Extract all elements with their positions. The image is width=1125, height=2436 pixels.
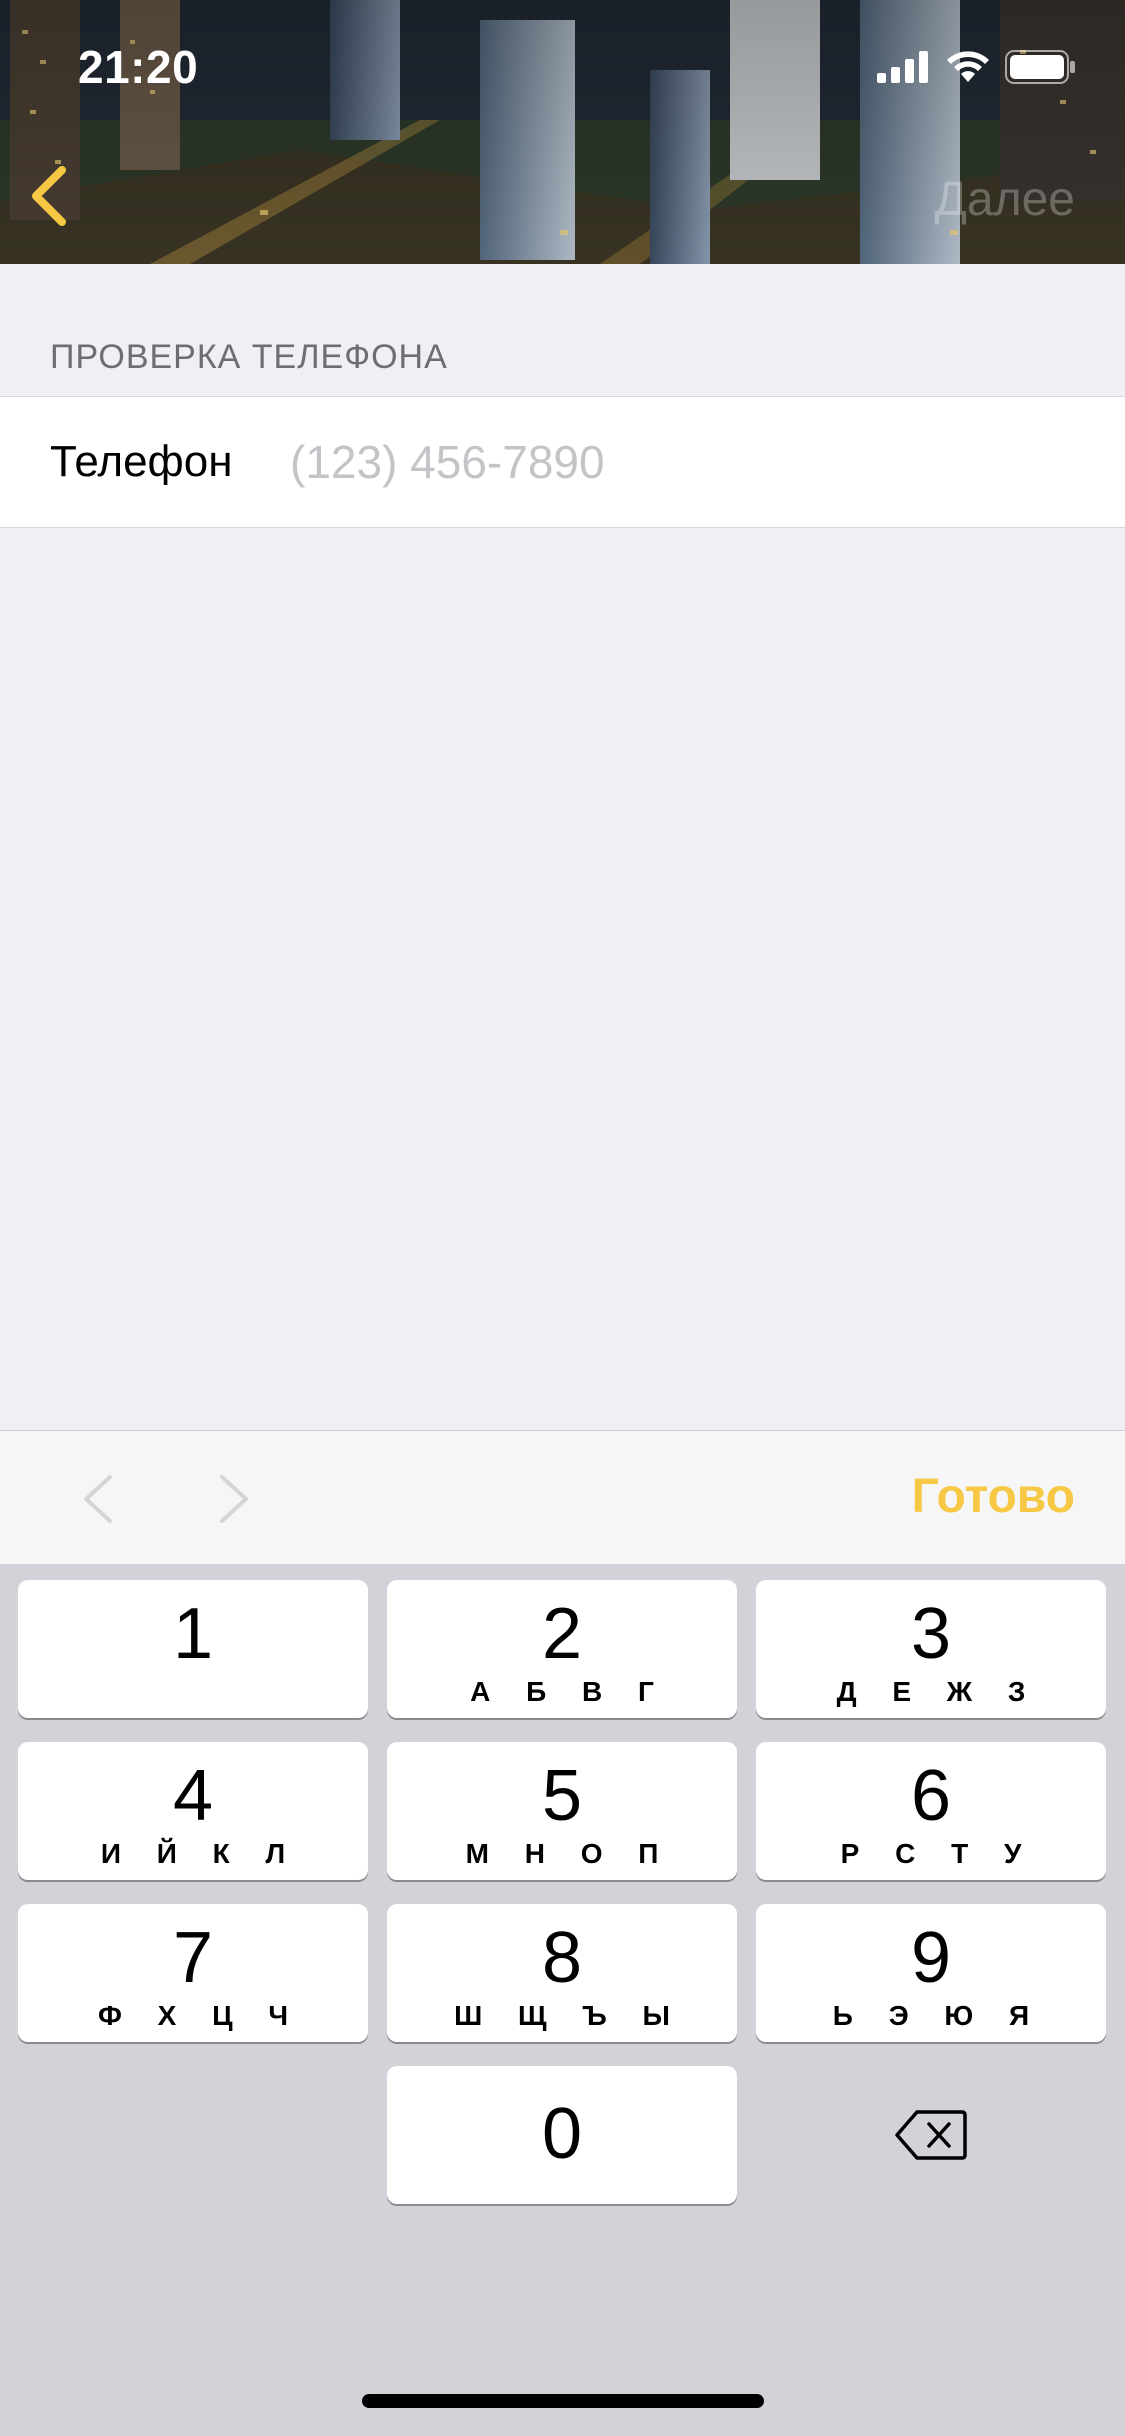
previous-field-button[interactable] (72, 1469, 132, 1529)
key-letters: Р С Т У (840, 1838, 1036, 1869)
wifi-icon (947, 51, 989, 82)
next-button[interactable]: Далее (934, 172, 1075, 227)
section-title: ПРОВЕРКА ТЕЛЕФОНА (50, 338, 448, 376)
key-0[interactable]: 0 (387, 2066, 737, 2204)
key-4[interactable]: 4 И Й К Л (18, 1742, 368, 1880)
phone-label: Телефон (50, 437, 233, 486)
key-letters: Ш Щ Ъ Ы (454, 2000, 684, 2031)
key-letters: Ф Х Ц Ч (97, 2000, 303, 2031)
backspace-icon (895, 2110, 967, 2160)
key-7[interactable]: 7 Ф Х Ц Ч (18, 1904, 368, 2042)
key-letters: И Й К Л (100, 1838, 300, 1869)
key-digit: 7 (172, 1918, 214, 1998)
key-6[interactable]: 6 Р С Т У (756, 1742, 1106, 1880)
back-button[interactable] (20, 160, 80, 232)
key-1[interactable]: 1 (18, 1580, 368, 1718)
key-letters: А Б В Г (470, 1676, 668, 1707)
key-5[interactable]: 5 М Н О П (387, 1742, 737, 1880)
header-city-image: 21:20 Далее (0, 0, 1125, 264)
key-8[interactable]: 8 Ш Щ Ъ Ы (387, 1904, 737, 2042)
numeric-keypad: 1 2 А Б В Г 3 Д Е Ж З 4 И Й К Л 5 М Н О … (0, 1564, 1125, 2436)
key-letters: Ь Э Ю Я (832, 2000, 1044, 2031)
key-2[interactable]: 2 А Б В Г (387, 1580, 737, 1718)
battery-icon (1005, 50, 1075, 84)
status-icons (877, 50, 1077, 84)
home-indicator (362, 2394, 764, 2408)
keyboard-toolbar: Готово (0, 1430, 1125, 1564)
key-digit: 4 (172, 1756, 214, 1836)
key-digit: 2 (541, 1594, 583, 1674)
key-digit: 0 (541, 2094, 583, 2174)
chevron-left-icon (84, 1475, 112, 1523)
key-letters: Д Е Ж З (836, 1676, 1040, 1707)
done-button[interactable]: Готово (912, 1469, 1075, 1524)
key-3[interactable]: 3 Д Е Ж З (756, 1580, 1106, 1718)
key-digit: 9 (910, 1918, 952, 1998)
status-time: 21:20 (78, 41, 199, 93)
chevron-left-icon (32, 166, 66, 226)
phone-input[interactable] (290, 435, 990, 489)
key-digit: 1 (172, 1594, 214, 1674)
backspace-key[interactable] (756, 2066, 1106, 2204)
key-digit: 6 (910, 1756, 952, 1836)
phone-verification-screen: 21:20 Далее ПРОВЕРКА ТЕЛЕФОНА Телефон (1… (0, 0, 1125, 2436)
chevron-right-icon (220, 1475, 248, 1523)
next-field-button[interactable] (200, 1469, 260, 1529)
key-digit: 5 (541, 1756, 583, 1836)
key-digit: 8 (541, 1918, 583, 1998)
cellular-signal-icon (877, 51, 928, 83)
key-digit: 3 (910, 1594, 952, 1674)
key-letters: М Н О П (465, 1838, 673, 1869)
phone-row: Телефон (0, 396, 1125, 528)
key-9[interactable]: 9 Ь Э Ю Я (756, 1904, 1106, 2042)
